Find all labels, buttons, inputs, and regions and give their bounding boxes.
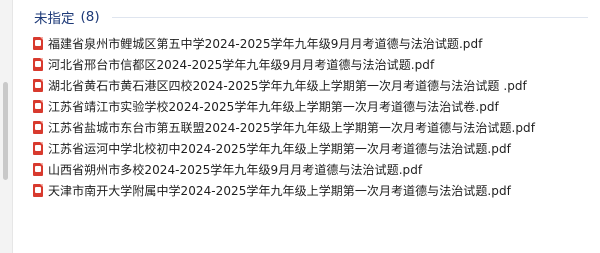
group-header-unspecified[interactable]: 未指定 (8): [34, 7, 100, 27]
file-name: 江苏省靖江市实验学校2024-2025学年九年级上学期第一次月考道德与法治试卷.…: [48, 100, 499, 114]
file-item[interactable]: 江苏省盐城市东台市第五联盟2024-2025学年九年级上学期第一次月考道德与法治…: [33, 117, 535, 138]
file-item[interactable]: 江苏省运河中学北校初中2024-2025学年九年级上学期第一次月考道德与法治试题…: [33, 138, 535, 159]
file-item[interactable]: 湖北省黄石市黄石港区四校2024-2025学年九年级上学期第一次月考道德与法治试…: [33, 75, 535, 96]
pdf-icon: [33, 37, 43, 50]
pdf-icon: [33, 58, 43, 71]
file-item[interactable]: 江苏省靖江市实验学校2024-2025学年九年级上学期第一次月考道德与法治试卷.…: [33, 96, 535, 117]
file-list: 福建省泉州市鲤城区第五中学2024-2025学年九年级9月月考道德与法治试题.p…: [33, 33, 535, 201]
pdf-icon: [33, 184, 43, 197]
file-name: 湖北省黄石市黄石港区四校2024-2025学年九年级上学期第一次月考道德与法治试…: [48, 79, 527, 93]
pdf-icon: [33, 121, 43, 134]
group-divider: [112, 17, 588, 18]
file-name: 福建省泉州市鲤城区第五中学2024-2025学年九年级9月月考道德与法治试题.p…: [48, 37, 483, 51]
file-item[interactable]: 山西省朔州市多校2024-2025学年九年级9月月考道德与法治试题.pdf: [33, 159, 535, 180]
left-pane-edge: [0, 0, 13, 253]
file-name: 山西省朔州市多校2024-2025学年九年级9月月考道德与法治试题.pdf: [48, 163, 423, 177]
file-name: 江苏省运河中学北校初中2024-2025学年九年级上学期第一次月考道德与法治试题…: [48, 142, 511, 156]
pdf-icon: [33, 163, 43, 176]
vertical-scrollbar-thumb[interactable]: [3, 82, 8, 180]
pdf-icon: [33, 142, 43, 155]
file-name: 天津市南开大学附属中学2024-2025学年九年级上学期第一次月考道德与法治试题…: [48, 184, 511, 198]
file-name: 江苏省盐城市东台市第五联盟2024-2025学年九年级上学期第一次月考道德与法治…: [48, 121, 535, 135]
file-item[interactable]: 天津市南开大学附属中学2024-2025学年九年级上学期第一次月考道德与法治试题…: [33, 180, 535, 201]
group-count: (8): [80, 9, 100, 25]
file-item[interactable]: 河北省邢台市信都区2024-2025学年九年级9月月考道德与法治试题.pdf: [33, 54, 535, 75]
group-title: 未指定: [34, 11, 75, 27]
file-name: 河北省邢台市信都区2024-2025学年九年级9月月考道德与法治试题.pdf: [48, 58, 435, 72]
pdf-icon: [33, 100, 43, 113]
pdf-icon: [33, 79, 43, 92]
file-item[interactable]: 福建省泉州市鲤城区第五中学2024-2025学年九年级9月月考道德与法治试题.p…: [33, 33, 535, 54]
